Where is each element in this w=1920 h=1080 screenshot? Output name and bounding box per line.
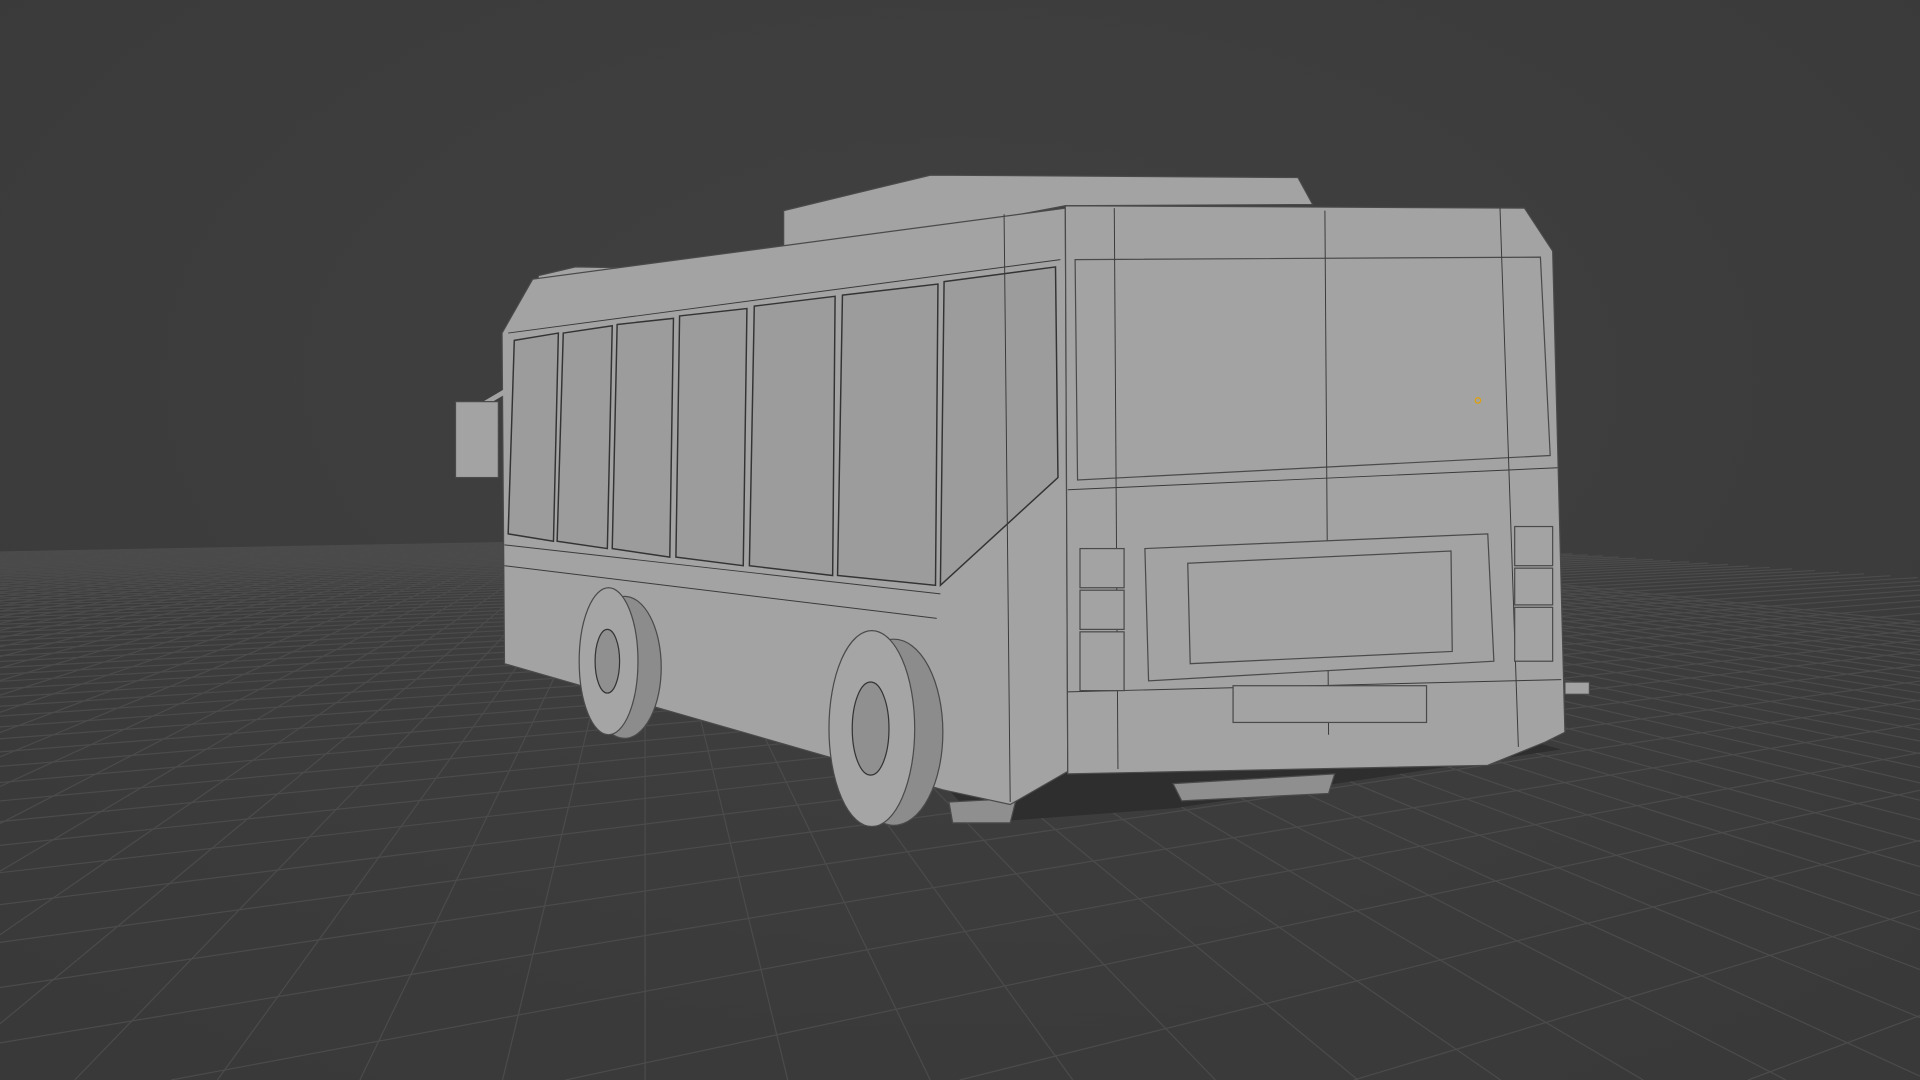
side-mirror	[454, 401, 499, 479]
tail-lights-right	[1514, 525, 1554, 662]
viewport-canvas[interactable]	[0, 0, 1920, 1080]
bus-mesh[interactable]	[454, 174, 1590, 828]
tail-lights-left	[1079, 547, 1125, 692]
bumper-plate	[1232, 685, 1428, 724]
3d-viewport[interactable]	[0, 0, 1920, 1080]
license-plate	[1187, 550, 1453, 665]
rear-window	[1074, 256, 1551, 481]
tow-hook	[1564, 681, 1590, 695]
